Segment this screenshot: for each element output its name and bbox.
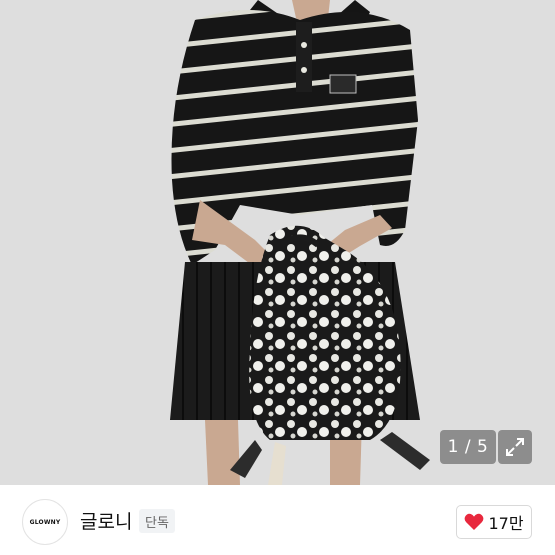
product-photo[interactable]: 1 / 5 <box>0 0 555 485</box>
brand-logo[interactable]: GLOWNY <box>22 499 68 545</box>
exclusive-badge: 단독 <box>139 509 175 533</box>
brand-name[interactable]: 글로니 <box>80 507 132 534</box>
brand-logo-text: GLOWNY <box>29 518 61 526</box>
heart-icon <box>465 513 484 530</box>
expand-arrows-icon <box>506 438 524 456</box>
like-count: 17만 <box>488 514 524 533</box>
image-counter: 1 / 5 <box>440 430 496 464</box>
like-button[interactable]: 17만 <box>456 505 532 539</box>
product-photo-illustration <box>0 0 555 485</box>
expand-button[interactable] <box>498 430 532 464</box>
brand-bar: GLOWNY 글로니 단독 17만 <box>0 485 555 555</box>
